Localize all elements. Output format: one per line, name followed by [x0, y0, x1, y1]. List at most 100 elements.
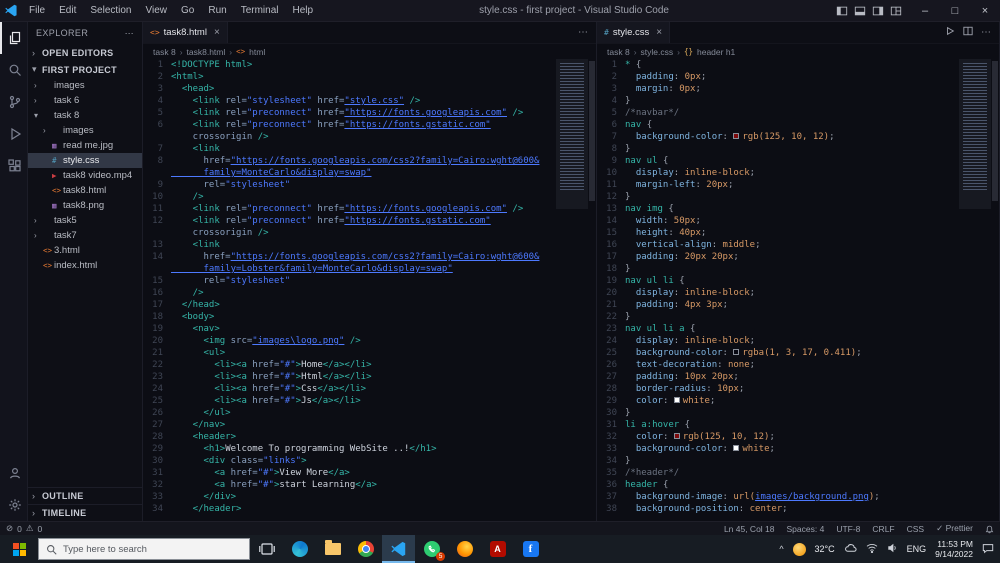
- scrollbar[interactable]: [588, 59, 596, 521]
- code-line[interactable]: 29 color: white;: [597, 395, 959, 407]
- code-line[interactable]: 33 background-color: white;: [597, 443, 959, 455]
- code-line[interactable]: family=MonteCarlo&display=swap": [143, 167, 556, 179]
- code-line[interactable]: 4 <link rel="stylesheet" href="style.css…: [143, 95, 556, 107]
- breadcrumb-file[interactable]: style.css: [641, 47, 674, 57]
- code-line[interactable]: 37 background-image: url(images/backgrou…: [597, 491, 959, 503]
- source-control-icon[interactable]: [0, 86, 27, 118]
- tree-item-read-me-jpg[interactable]: ▦ read me.jpg: [28, 138, 142, 153]
- code-line[interactable]: 11 <link rel="preconnect" href="https://…: [143, 203, 556, 215]
- status-segment-4[interactable]: CSS: [907, 524, 924, 534]
- breadcrumb-symbol[interactable]: html: [249, 47, 265, 57]
- code-line[interactable]: 14 width: 50px;: [597, 215, 959, 227]
- close-tab-icon[interactable]: ×: [656, 27, 662, 38]
- code-line[interactable]: 17 </head>: [143, 299, 556, 311]
- project-header[interactable]: ▾ FIRST PROJECT: [28, 61, 142, 78]
- action-center-icon[interactable]: [982, 543, 994, 556]
- breadcrumb-folder[interactable]: task 8: [607, 47, 630, 57]
- tree-item-images[interactable]: › images: [28, 78, 142, 93]
- scrollbar[interactable]: [991, 59, 999, 521]
- code-line[interactable]: 2 <html>: [143, 71, 556, 83]
- code-line[interactable]: 34 </header>: [143, 503, 556, 515]
- vscode-taskbar-icon[interactable]: [382, 535, 415, 563]
- code-line[interactable]: 32 color: rgb(125, 10, 12);: [597, 431, 959, 443]
- code-line[interactable]: 27 padding: 10px 20px;: [597, 371, 959, 383]
- code-line[interactable]: 38 background-position: center;: [597, 503, 959, 515]
- temperature-label[interactable]: 32°C: [815, 544, 835, 554]
- code-line[interactable]: 10 display: inline-block;: [597, 167, 959, 179]
- code-line[interactable]: 16 />: [143, 287, 556, 299]
- code-line[interactable]: 25 background-color: rgba(1, 3, 17, 0.41…: [597, 347, 959, 359]
- tree-item-task5[interactable]: › task5: [28, 213, 142, 228]
- code-line[interactable]: 23 <li><a href="#">Html</a></li>: [143, 371, 556, 383]
- edge-icon[interactable]: [283, 535, 316, 563]
- menu-edit[interactable]: Edit: [52, 0, 83, 22]
- status-prettier[interactable]: ✓ Prettier: [936, 523, 973, 534]
- code-line[interactable]: 18}: [597, 263, 959, 275]
- maximize-button[interactable]: □: [940, 0, 970, 22]
- toggle-panel-icon[interactable]: [854, 5, 866, 17]
- tree-item-task-8[interactable]: ▾ task 8: [28, 108, 142, 123]
- code-line[interactable]: 26 </ul>: [143, 407, 556, 419]
- code-line[interactable]: crossorigin />: [143, 131, 556, 143]
- menu-terminal[interactable]: Terminal: [234, 0, 286, 22]
- code-line[interactable]: 19 <nav>: [143, 323, 556, 335]
- menu-go[interactable]: Go: [174, 0, 201, 22]
- status-segment-3[interactable]: CRLF: [872, 524, 894, 534]
- more-actions-icon[interactable]: ⋯: [578, 27, 588, 38]
- problems-indicator[interactable]: ⊘ 0 ⚠ 0: [6, 523, 42, 534]
- minimap[interactable]: [959, 59, 991, 521]
- code-line[interactable]: 7 background-color: rgb(125, 10, 12);: [597, 131, 959, 143]
- code-line[interactable]: 29 <h1>Welcome To programming WebSite ..…: [143, 443, 556, 455]
- code-line[interactable]: 34}: [597, 455, 959, 467]
- code-line[interactable]: 12}: [597, 191, 959, 203]
- minimap[interactable]: [556, 59, 588, 521]
- status-segment-1[interactable]: Spaces: 4: [787, 524, 825, 534]
- code-line[interactable]: 7 <link: [143, 143, 556, 155]
- code-line[interactable]: 22 <li><a href="#">Home</a></li>: [143, 359, 556, 371]
- explorer-icon[interactable]: [0, 22, 27, 54]
- extensions-icon[interactable]: [0, 150, 27, 182]
- code-line[interactable]: 3 margin: 0px;: [597, 83, 959, 95]
- outline-header[interactable]: › OUTLINE: [28, 487, 142, 504]
- acrobat-icon[interactable]: A: [481, 535, 514, 563]
- code-line[interactable]: 23 nav ul li a {: [597, 323, 959, 335]
- code-line[interactable]: 6 nav {: [597, 119, 959, 131]
- explorer-more-button[interactable]: ⋯: [125, 28, 134, 39]
- code-line[interactable]: 24 <li><a href="#">Css</a></li>: [143, 383, 556, 395]
- code-line[interactable]: 16 vertical-align: middle;: [597, 239, 959, 251]
- code-line[interactable]: 9 rel="stylesheet": [143, 179, 556, 191]
- hidden-icons-chevron[interactable]: ^: [779, 544, 783, 554]
- code-editor-css[interactable]: 1 * {2 padding: 0px; 3 margin: 0px; 4} 5/*na…: [597, 59, 999, 521]
- tree-item-images[interactable]: › images: [28, 123, 142, 138]
- account-icon[interactable]: [0, 457, 27, 489]
- code-line[interactable]: 1 <!DOCTYPE html>: [143, 59, 556, 71]
- menu-view[interactable]: View: [139, 0, 175, 22]
- code-line[interactable]: 20 display: inline-block;: [597, 287, 959, 299]
- code-line[interactable]: 8}: [597, 143, 959, 155]
- menu-run[interactable]: Run: [201, 0, 233, 22]
- tree-item-task7[interactable]: › task7: [28, 228, 142, 243]
- code-line[interactable]: 31 li a:hover {: [597, 419, 959, 431]
- code-line[interactable]: 19 nav ul li {: [597, 275, 959, 287]
- split-editor-icon[interactable]: [963, 26, 973, 39]
- tree-item-task8-png[interactable]: ▦ task8.png: [28, 198, 142, 213]
- code-line[interactable]: 36 header {: [597, 479, 959, 491]
- code-line[interactable]: 5 /*navbar*/: [597, 107, 959, 119]
- code-line[interactable]: 20 <img src="images\logo.png" />: [143, 335, 556, 347]
- code-line[interactable]: 21 <ul>: [143, 347, 556, 359]
- timeline-header[interactable]: › TIMELINE: [28, 504, 142, 521]
- menu-help[interactable]: Help: [286, 0, 321, 22]
- code-line[interactable]: 28 <header>: [143, 431, 556, 443]
- tree-item-3-html[interactable]: <> 3.html: [28, 243, 142, 258]
- code-line[interactable]: 33 </div>: [143, 491, 556, 503]
- code-line[interactable]: 6 <link rel="preconnect" href="https://f…: [143, 119, 556, 131]
- code-line[interactable]: 1 * {: [597, 59, 959, 71]
- minimize-button[interactable]: –: [910, 0, 940, 22]
- code-line[interactable]: 5 <link rel="preconnect" href="https://f…: [143, 107, 556, 119]
- code-line[interactable]: 4}: [597, 95, 959, 107]
- file-explorer-icon[interactable]: [316, 535, 349, 563]
- code-line[interactable]: 10 />: [143, 191, 556, 203]
- more-actions-icon[interactable]: ⋯: [981, 27, 991, 38]
- search-icon[interactable]: [0, 54, 27, 86]
- facebook-icon[interactable]: f: [514, 535, 547, 563]
